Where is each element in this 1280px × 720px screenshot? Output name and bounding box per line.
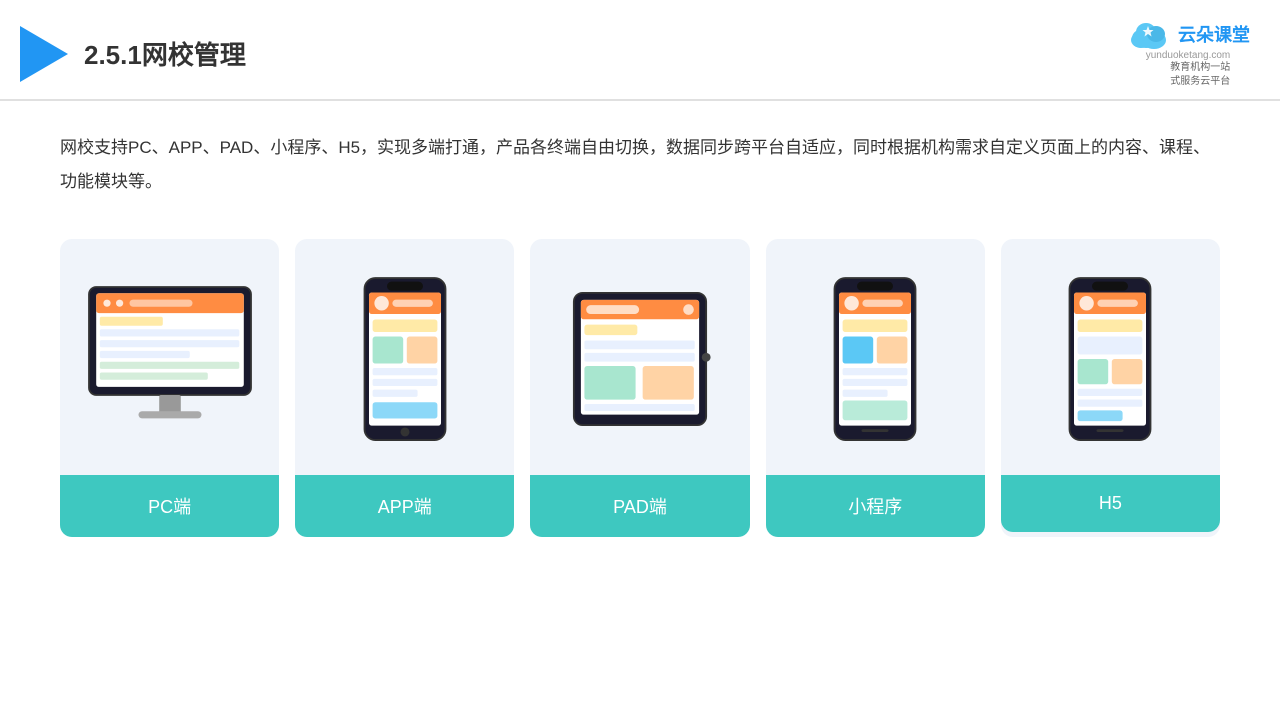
- pc-monitor-icon: [80, 279, 260, 439]
- logo-text: 云朵课堂: [1178, 21, 1250, 47]
- app-phone-icon: [360, 272, 450, 447]
- pad-label: PAD端: [530, 475, 749, 537]
- cloud-icon: [1126, 18, 1174, 50]
- h5-phone-icon: [1065, 272, 1155, 447]
- pc-card: PC端: [60, 239, 279, 537]
- pad-card: PAD端: [530, 239, 749, 537]
- page-title: 2.5.1网校管理: [84, 35, 246, 72]
- app-card: APP端: [295, 239, 514, 537]
- logo-subtitle: yunduoketang.com 教育机构一站 式服务云平台: [1146, 50, 1231, 89]
- miniapp-image-area: [782, 259, 969, 459]
- pad-image-area: [546, 259, 733, 459]
- h5-card: H5: [1001, 239, 1220, 537]
- h5-image-area: [1017, 259, 1204, 459]
- app-image-area: [311, 259, 498, 459]
- logo-triangle-icon: [20, 26, 68, 82]
- device-cards-container: PC端: [0, 219, 1280, 567]
- logo-subtitle-text: 教育机构一站 式服务云平台: [1146, 61, 1231, 89]
- miniapp-phone-icon: [830, 272, 920, 447]
- header-left: 2.5.1网校管理: [20, 26, 246, 82]
- header: 2.5.1网校管理 云朵课堂 yunduoketang.com 教育机构一站 式…: [0, 0, 1280, 101]
- app-label: APP端: [295, 475, 514, 537]
- pc-label: PC端: [60, 475, 279, 537]
- miniapp-label: 小程序: [766, 475, 985, 537]
- brand-logo: 云朵课堂 yunduoketang.com 教育机构一站 式服务云平台: [1126, 18, 1250, 89]
- miniapp-card: 小程序: [766, 239, 985, 537]
- cloud-logo-area: 云朵课堂: [1126, 18, 1250, 50]
- description-text: 网校支持PC、APP、PAD、小程序、H5，实现多端打通，产品各终端自由切换，数…: [0, 101, 1280, 219]
- pc-image-area: [76, 259, 263, 459]
- h5-label: H5: [1001, 475, 1220, 532]
- logo-domain: yunduoketang.com: [1146, 50, 1231, 61]
- pad-tablet-icon: [565, 279, 715, 439]
